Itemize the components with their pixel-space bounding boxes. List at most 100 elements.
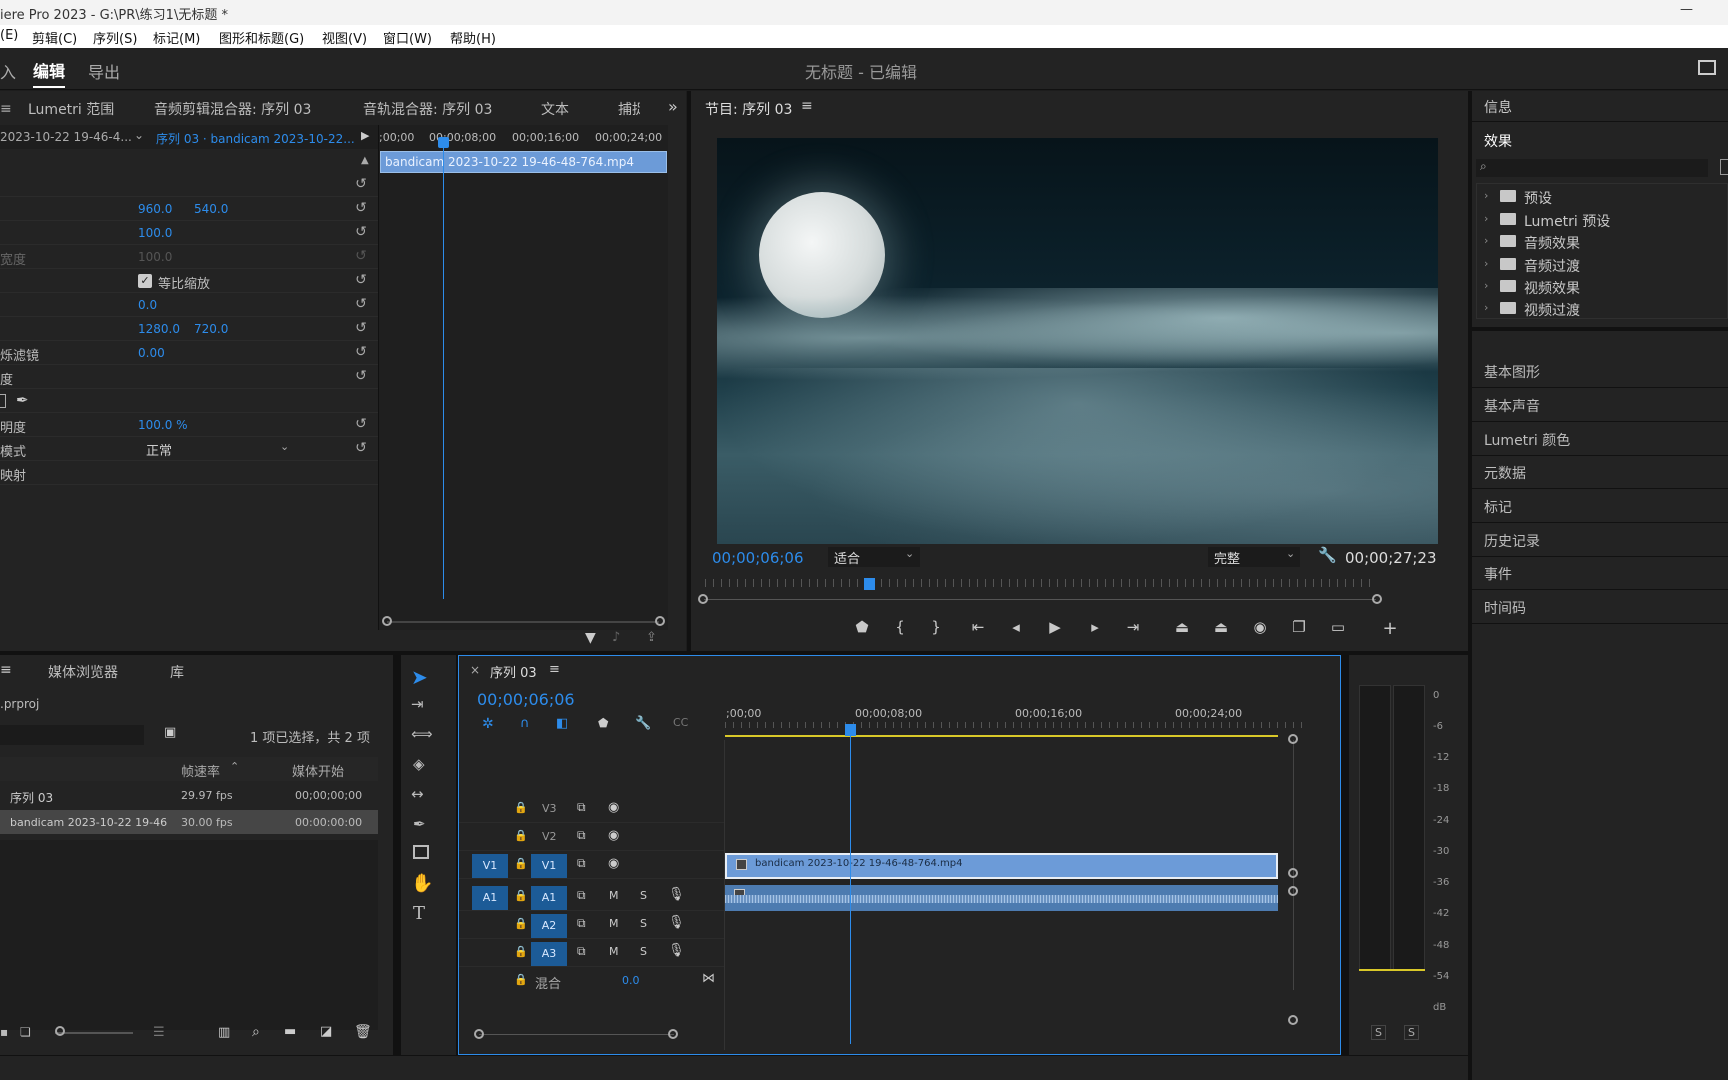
chevron-down-icon[interactable]: ⌄ xyxy=(134,128,144,142)
go-to-out-icon[interactable]: ⇥ xyxy=(1122,618,1144,636)
sync-lock-icon[interactable]: ⧉ xyxy=(577,856,586,871)
reset-icon[interactable]: ↺ xyxy=(354,201,368,215)
tab-media-browser[interactable]: 媒体浏览器 xyxy=(48,662,118,682)
column-media-start[interactable]: 媒体开始 xyxy=(292,761,344,780)
tab-timecode[interactable]: 时间码 xyxy=(1484,598,1526,618)
scroll-handle[interactable] xyxy=(1288,886,1298,896)
reset-icon[interactable]: ↺ xyxy=(354,369,368,383)
sync-lock-icon[interactable]: ⧉ xyxy=(577,888,586,903)
nest-icon[interactable]: ✲ xyxy=(482,716,494,732)
solo-button[interactable]: S xyxy=(640,917,647,930)
track-label[interactable]: V3 xyxy=(542,802,557,815)
menu-help[interactable]: 帮助(H) xyxy=(450,28,496,47)
chevron-down-icon[interactable]: ⌄ xyxy=(280,440,289,453)
sync-lock-icon[interactable]: ⧉ xyxy=(577,800,586,815)
add-marker-icon[interactable]: ⬟ xyxy=(598,716,608,730)
time-ruler[interactable] xyxy=(705,579,1377,587)
new-search-bin-icon[interactable]: ▣ xyxy=(164,725,176,740)
microphone-icon[interactable]: 🎙 xyxy=(668,943,685,958)
go-to-in-icon[interactable]: ⇤ xyxy=(967,618,989,636)
more-tabs-icon[interactable]: » xyxy=(668,97,678,116)
audio-clip[interactable] xyxy=(725,885,1278,911)
reset-icon[interactable]: ↺ xyxy=(354,177,368,191)
mark-out-icon[interactable]: } xyxy=(925,618,947,636)
lock-icon[interactable]: 🔒 xyxy=(514,917,528,930)
track-label[interactable]: V2 xyxy=(542,830,557,843)
play-triangle-icon[interactable]: ▶ xyxy=(361,129,369,142)
zoom-slider[interactable] xyxy=(55,1032,133,1034)
eye-icon[interactable]: ◉ xyxy=(608,800,619,815)
list-view-icon[interactable]: ▪ xyxy=(0,1025,8,1039)
step-forward-icon[interactable]: ▸ xyxy=(1084,618,1106,636)
rotation-value[interactable]: 0.0 xyxy=(138,298,157,312)
zoom-scrollbar[interactable] xyxy=(387,621,659,623)
video-clip[interactable]: bandicam 2023-10-22 19-46-48-764.mp4 xyxy=(725,853,1278,879)
zoom-slider-handle[interactable] xyxy=(55,1026,65,1036)
tab-edit[interactable]: 编辑 xyxy=(33,58,66,88)
menu-sequence[interactable]: 序列(S) xyxy=(93,28,137,47)
tab-text[interactable]: 文本 xyxy=(541,99,569,119)
project-row-selected[interactable]: bandicam 2023-10-22 19-46 30.00 fps 00:0… xyxy=(0,810,378,834)
column-frame-rate[interactable]: 帧速率 xyxy=(181,761,220,780)
menu-graphics[interactable]: 图形和标题(G) xyxy=(219,28,304,47)
close-icon[interactable]: × xyxy=(470,663,480,677)
mute-button[interactable]: M xyxy=(609,917,619,930)
tab-libraries[interactable]: 库 xyxy=(170,662,184,682)
new-bin-icon[interactable]: ▬ xyxy=(284,1024,296,1039)
clip-bar[interactable]: bandicam 2023-10-22 19-46-48-764.mp4 xyxy=(380,151,667,173)
trash-icon[interactable]: 🗑 xyxy=(354,1024,372,1040)
sync-lock-icon[interactable]: ⧉ xyxy=(577,828,586,843)
freeform-view-icon[interactable]: ❏ xyxy=(20,1025,31,1039)
lock-icon[interactable]: 🔒 xyxy=(514,945,528,958)
antiflicker-value[interactable]: 0.00 xyxy=(138,346,165,360)
microphone-icon[interactable]: 🎙 xyxy=(668,915,685,930)
source-patch-v1[interactable]: V1 xyxy=(472,854,508,878)
razor-tool-icon[interactable]: ◈ xyxy=(413,755,425,773)
opacity-value[interactable]: 100.0 % xyxy=(138,418,188,432)
track-select-tool-icon[interactable]: ⇥ xyxy=(411,695,424,713)
position-x[interactable]: 960.0 xyxy=(138,202,172,216)
minimize-button[interactable]: — xyxy=(1680,2,1693,17)
lock-icon[interactable]: 🔒 xyxy=(514,801,528,814)
microphone-icon[interactable]: 🎙 xyxy=(668,887,685,902)
filter-icon[interactable]: ▼ xyxy=(585,630,596,646)
menu-window[interactable]: 窗口(W) xyxy=(383,28,432,47)
comparison-view-icon[interactable]: ❐ xyxy=(1288,618,1310,636)
scroll-handle[interactable] xyxy=(1288,868,1298,878)
tab-essential-sound[interactable]: 基本声音 xyxy=(1484,396,1540,416)
playhead-handle[interactable] xyxy=(864,578,875,590)
pen-tool-icon[interactable]: ✒ xyxy=(413,815,426,833)
selection-tool-icon[interactable]: ➤ xyxy=(411,665,428,689)
info-tab[interactable]: 信息 xyxy=(1484,97,1512,117)
zoom-select[interactable]: 适合 ⌄ xyxy=(828,547,920,567)
wrench-icon[interactable]: 🔧 xyxy=(1318,546,1337,564)
mix-value[interactable]: 0.0 xyxy=(622,974,640,987)
track-label[interactable]: V1 xyxy=(531,854,567,878)
panel-toggle-icon[interactable] xyxy=(1698,60,1716,75)
lock-icon[interactable]: 🔒 xyxy=(514,857,528,870)
lock-icon[interactable]: 🔒 xyxy=(514,889,528,902)
horizontal-scrollbar[interactable] xyxy=(479,1034,674,1035)
solo-left-button[interactable]: S xyxy=(1371,1025,1386,1040)
export-icon[interactable]: ⇪ xyxy=(646,630,657,645)
menu-view[interactable]: 视图(V) xyxy=(322,28,367,47)
scroll-handle-left[interactable] xyxy=(474,1029,484,1039)
reset-icon[interactable]: ↺ xyxy=(354,417,368,431)
sort-icons-icon[interactable]: ☰ xyxy=(153,1025,165,1040)
effects-search-input[interactable]: ⌕ xyxy=(1476,159,1708,177)
sequence-clip-name[interactable]: 序列 03 · bandicam 2023-10-22... xyxy=(156,130,355,147)
tab-history[interactable]: 历史记录 xyxy=(1484,531,1540,551)
menu-edit[interactable]: (E) xyxy=(0,28,18,43)
playhead-handle[interactable] xyxy=(438,137,449,148)
track-label[interactable]: A2 xyxy=(531,914,567,938)
tab-markers[interactable]: 标记 xyxy=(1484,497,1512,517)
tab-metadata[interactable]: 元数据 xyxy=(1484,463,1526,483)
tab-lumetri-color[interactable]: Lumetri 颜色 xyxy=(1484,430,1570,450)
lock-icon[interactable]: 🔒 xyxy=(514,829,528,842)
find-icon[interactable]: ⌕ xyxy=(252,1024,260,1040)
step-back-icon[interactable]: ◂ xyxy=(1005,618,1027,636)
tab-capture[interactable]: 捕捉 xyxy=(618,99,640,119)
panel-menu-icon[interactable]: ≡ xyxy=(0,101,12,117)
lock-icon[interactable]: 🔒 xyxy=(514,973,528,986)
tab-events[interactable]: 事件 xyxy=(1484,564,1512,584)
